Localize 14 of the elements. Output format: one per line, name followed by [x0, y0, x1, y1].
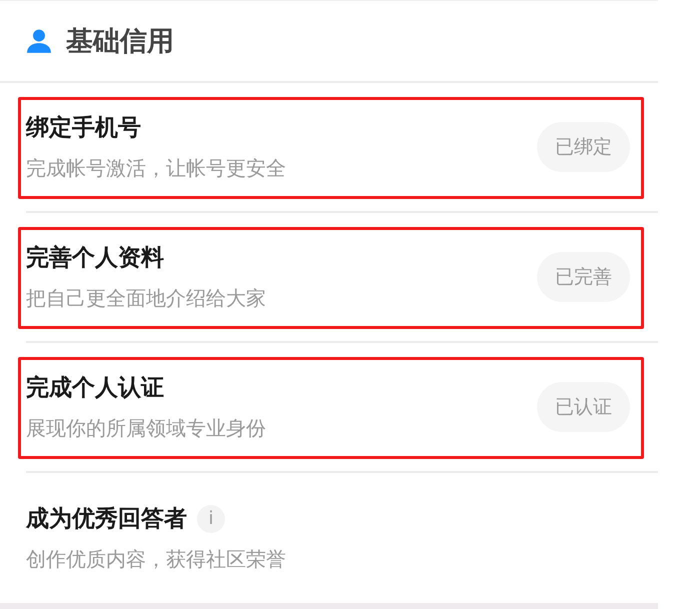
- user-icon: [26, 28, 52, 54]
- item-description: 完成帐号激活，让帐号更安全: [26, 155, 287, 182]
- item-description: 把自己更全面地介绍给大家: [26, 285, 267, 312]
- item-title: 成为优秀回答者: [26, 505, 187, 534]
- info-icon[interactable]: i: [197, 504, 225, 532]
- item-title: 完善个人资料: [26, 244, 164, 273]
- status-badge: 已认证: [537, 382, 630, 432]
- item-title: 完成个人认证: [26, 374, 164, 403]
- item-description: 展现你的所属领域专业身份: [26, 415, 267, 442]
- item-title: 绑定手机号: [26, 114, 141, 143]
- status-badge: 已绑定: [537, 122, 630, 172]
- section-title: 基础信用: [66, 25, 174, 59]
- status-badge: 已完善: [537, 252, 630, 302]
- item-description: 创作优质内容，获得社区荣誉: [26, 546, 287, 573]
